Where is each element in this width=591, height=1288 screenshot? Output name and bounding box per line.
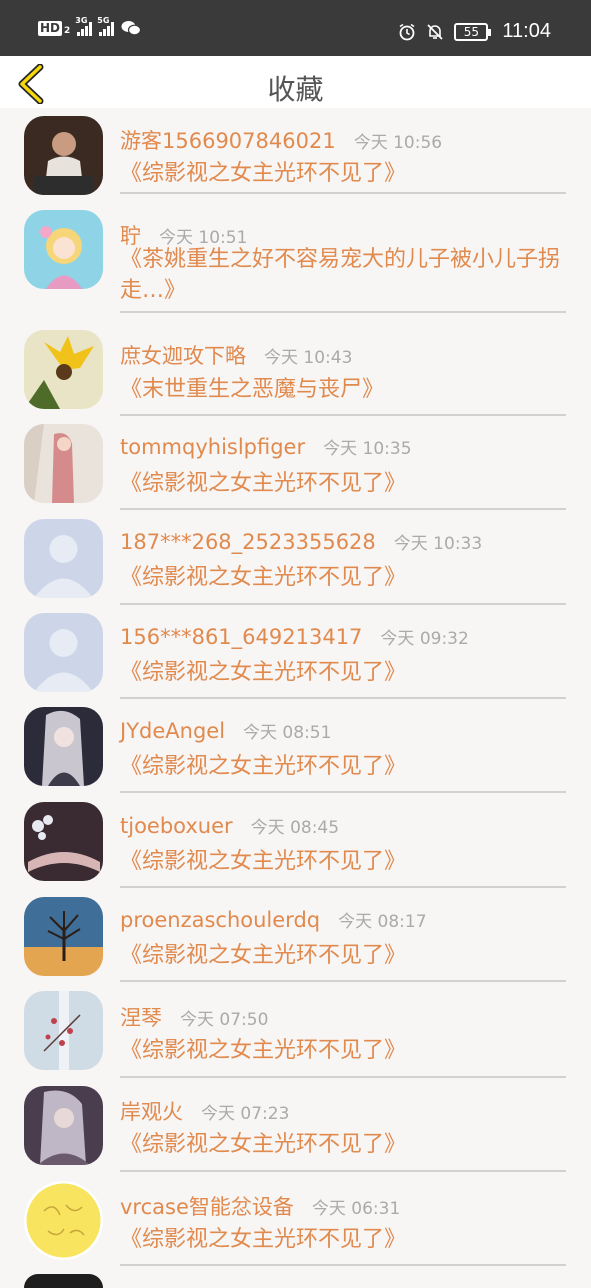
avatar[interactable] <box>24 613 103 692</box>
user-name[interactable]: vrcase智能忿设备 <box>120 1191 294 1221</box>
timestamp: 今天 10:43 <box>264 348 353 368</box>
signal-icon-1: 3G <box>75 16 93 36</box>
avatar[interactable] <box>24 897 103 976</box>
user-name[interactable]: proenzaschoulerdq <box>120 908 320 932</box>
hd-indicator: HD <box>38 20 63 36</box>
divider <box>120 1170 566 1172</box>
list-item[interactable]: 游客1566907846021 今天 10:56 《综影视之女主光环不见了》 <box>0 108 591 202</box>
timestamp: 今天 09:32 <box>380 629 469 649</box>
avatar[interactable] <box>24 707 103 786</box>
list-item[interactable]: proenzaschoulerdq 今天 08:17 《综影视之女主光环不见了》 <box>0 890 591 985</box>
item-meta: JYdeAngel 今天 08:51 <box>120 718 331 743</box>
status-time: 11:04 <box>502 20 551 42</box>
status-bar: HD 2 3G 5G 55 11:04 <box>0 0 591 56</box>
item-meta: 涅琴 今天 07:50 <box>120 1002 268 1032</box>
book-title[interactable]: 《茶姚重生之好不容易宠大的儿子被小儿子拐走…》 <box>120 244 566 306</box>
list-item[interactable]: 岸观火 今天 07:23 《综影视之女主光环不见了》 <box>0 1079 591 1174</box>
avatar[interactable] <box>24 1181 103 1260</box>
divider <box>120 1076 566 1078</box>
divider <box>120 1264 566 1266</box>
book-title[interactable]: 《综影视之女主光环不见了》 <box>120 846 566 877</box>
book-title[interactable]: 《综影视之女主光环不见了》 <box>120 751 566 782</box>
alarm-icon <box>399 23 415 40</box>
status-right: 55 11:04 <box>398 20 551 43</box>
item-meta: 187***268_2523355628 今天 10:33 <box>120 529 482 554</box>
user-name[interactable]: 岸观火 <box>120 1096 183 1126</box>
book-title[interactable]: 《综影视之女主光环不见了》 <box>120 562 566 593</box>
timestamp: 今天 10:35 <box>323 439 412 459</box>
status-left: HD 2 3G 5G <box>38 16 142 36</box>
divider <box>120 603 566 605</box>
timestamp: 今天 07:23 <box>201 1104 290 1124</box>
header: 收藏 <box>0 56 591 108</box>
user-name[interactable]: 涅琴 <box>120 1002 162 1032</box>
timestamp: 今天 10:56 <box>353 133 443 153</box>
user-name[interactable]: 156***861_649213417 <box>120 625 362 649</box>
item-meta: tjoeboxuer 今天 08:45 <box>120 813 339 838</box>
hd-sub: 2 <box>64 26 71 36</box>
list-item[interactable]: tjoeboxuer 今天 08:45 《综影视之女主光环不见了》 <box>0 796 591 890</box>
avatar[interactable] <box>24 116 103 195</box>
page-title: 收藏 <box>267 73 324 106</box>
book-title[interactable]: 《综影视之女主光环不见了》 <box>120 158 566 189</box>
item-meta: 庶女迦攻下略 今天 10:43 <box>120 340 352 370</box>
user-name[interactable]: 游客1566907846021 <box>120 125 336 155</box>
mute-bell-icon <box>427 23 444 40</box>
divider <box>120 697 566 699</box>
avatar[interactable] <box>24 991 103 1070</box>
timestamp: 今天 08:45 <box>250 818 340 838</box>
book-title[interactable]: 《综影视之女主光环不见了》 <box>120 1035 566 1066</box>
avatar[interactable] <box>24 424 103 503</box>
avatar[interactable] <box>24 802 103 881</box>
timestamp: 今天 08:17 <box>338 912 427 932</box>
timestamp: 今天 08:51 <box>243 723 332 743</box>
book-title[interactable]: 《综影视之女主光环不见了》 <box>120 657 566 688</box>
divider <box>120 980 566 982</box>
avatar[interactable] <box>24 519 103 598</box>
divider <box>120 508 566 510</box>
list-item[interactable]: 聍 今天 10:51 《茶姚重生之好不容易宠大的儿子被小儿子拐走…》 <box>0 202 591 324</box>
list-item[interactable]: tommqyhislpfiger 今天 10:35 《综影视之女主光环不见了》 <box>0 418 591 512</box>
list-item[interactable]: 涅琴 今天 07:50 《综影视之女主光环不见了》 <box>0 985 591 1079</box>
item-meta: tommqyhislpfiger 今天 10:35 <box>120 434 412 459</box>
timestamp: 今天 07:50 <box>180 1010 269 1030</box>
user-name[interactable]: tjoeboxuer <box>120 814 233 838</box>
user-name[interactable]: tommqyhislpfiger <box>120 435 305 459</box>
timestamp: 今天 06:31 <box>311 1199 401 1219</box>
book-title[interactable]: 《综影视之女主光环不见了》 <box>120 940 566 971</box>
book-title[interactable]: 《综影视之女主光环不见了》 <box>120 468 566 499</box>
avatar[interactable] <box>24 1086 103 1165</box>
wechat-icon <box>121 21 142 36</box>
item-meta: 156***861_649213417 今天 09:32 <box>120 624 469 649</box>
list-item[interactable]: 156***861_649213417 今天 09:32 《综影视之女主光环不见… <box>0 607 591 701</box>
signal-1-label: 3G <box>75 16 88 25</box>
book-title[interactable]: 《末世重生之恶魔与丧尸》 <box>120 374 566 405</box>
item-meta: 岸观火 今天 07:23 <box>120 1096 289 1126</box>
divider <box>120 311 566 313</box>
item-meta: vrcase智能忿设备 今天 06:31 <box>120 1191 400 1221</box>
book-title[interactable]: 《综影视之女主光环不见了》 <box>120 1129 566 1160</box>
user-name[interactable]: JYdeAngel <box>120 719 225 743</box>
avatar[interactable] <box>24 1274 103 1288</box>
signal-icon-2: 5G <box>97 16 115 36</box>
signal-2-label: 5G <box>97 16 110 25</box>
divider <box>120 414 566 416</box>
item-meta: 游客1566907846021 今天 10:56 <box>120 125 442 155</box>
user-name[interactable]: 187***268_2523355628 <box>120 530 376 554</box>
book-title[interactable]: 《综影视之女主光环不见了》 <box>120 1224 566 1255</box>
list-item[interactable]: 187***268_2523355628 今天 10:33 《综影视之女主光环不… <box>0 512 591 607</box>
list-item[interactable]: 庶女迦攻下略 今天 10:43 《末世重生之恶魔与丧尸》 <box>0 324 591 418</box>
avatar[interactable] <box>24 330 103 409</box>
list-item[interactable]: JYdeAngel 今天 08:51 《综影视之女主光环不见了》 <box>0 701 591 796</box>
list-item[interactable]: vrcase智能忿设备 今天 06:31 《综影视之女主光环不见了》 <box>0 1174 591 1269</box>
divider <box>120 192 566 194</box>
timestamp: 今天 10:33 <box>393 534 483 554</box>
user-name[interactable]: 庶女迦攻下略 <box>120 340 246 370</box>
item-meta: proenzaschoulerdq 今天 08:17 <box>120 907 427 932</box>
divider <box>120 791 566 793</box>
avatar[interactable] <box>24 210 103 289</box>
battery-icon: 55 <box>454 22 492 41</box>
divider <box>120 886 566 888</box>
